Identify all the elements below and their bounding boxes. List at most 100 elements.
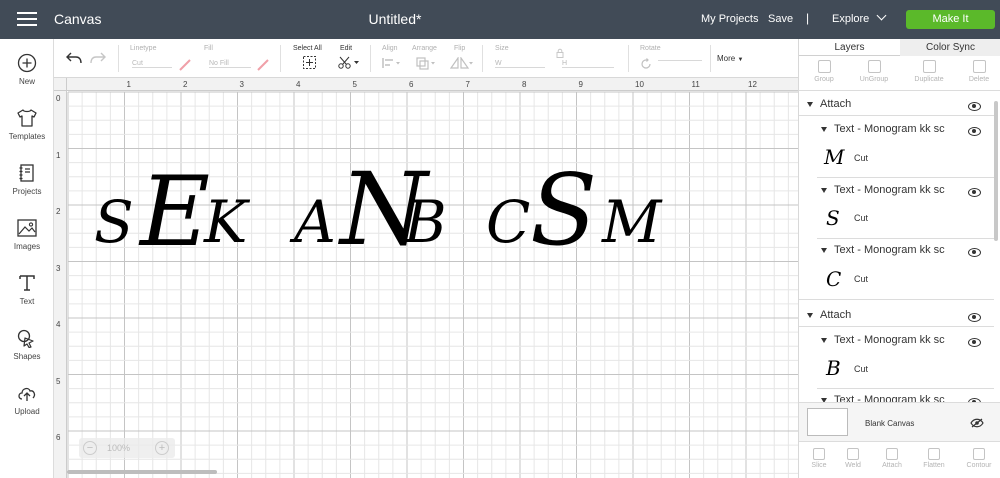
- sidebar-item-new[interactable]: New: [0, 53, 54, 86]
- expand-triangle-icon[interactable]: [821, 248, 827, 253]
- blank-canvas-swatch[interactable]: [807, 408, 848, 436]
- ruler-tick-label: 9: [578, 80, 583, 89]
- trash-icon: [972, 60, 986, 73]
- hidden-eye-icon[interactable]: [970, 418, 984, 428]
- plus-circle-icon: [17, 53, 37, 73]
- panel-tabs: Layers Color Sync: [799, 39, 1000, 56]
- visibility-eye-icon[interactable]: [966, 337, 982, 347]
- zoom-in-icon[interactable]: +: [155, 441, 169, 455]
- lock-icon[interactable]: [556, 48, 564, 58]
- layer-name: Text - Monogram kk sc: [834, 394, 945, 402]
- sidebar-item-shapes[interactable]: Shapes: [0, 328, 54, 361]
- monogram-letter-left[interactable]: A: [294, 193, 336, 251]
- monogram-letter-center[interactable]: E: [140, 164, 210, 260]
- blank-canvas-row[interactable]: Blank Canvas: [799, 402, 1000, 441]
- duplicate-label: Duplicate: [914, 76, 944, 83]
- linetype-color-swatch-icon[interactable]: [178, 58, 192, 72]
- layer-name: Text - Monogram kk sc: [834, 123, 945, 135]
- layer-item[interactable]: Text - Monogram kk sc: [799, 393, 994, 402]
- fill-color-swatch-icon[interactable]: [256, 58, 270, 72]
- design-canvas[interactable]: 1 2 3 4 5 6 7 8 9 10 11 12 0123456 S E K A N B C S …: [54, 78, 798, 478]
- layer-item[interactable]: Text - Monogram kk sc: [799, 333, 994, 349]
- linetype-select[interactable]: Cut: [132, 60, 172, 68]
- document-title[interactable]: Untitled*: [0, 11, 790, 27]
- duplicate-button[interactable]: Duplicate: [904, 56, 954, 83]
- ungroup-button[interactable]: UnGroup: [849, 56, 899, 83]
- sidebar-item-templates[interactable]: Templates: [0, 108, 54, 141]
- rotate-label: Rotate: [640, 45, 661, 52]
- sidebar-item-images[interactable]: Images: [0, 218, 54, 251]
- weld-button[interactable]: Weld: [833, 442, 873, 469]
- group-button[interactable]: Group: [799, 56, 849, 83]
- explore-dropdown[interactable]: Explore: [832, 10, 887, 25]
- ruler-corner: [54, 78, 67, 91]
- monogram-letter-right[interactable]: M: [602, 193, 661, 251]
- layer-name: Text - Monogram kk sc: [834, 334, 945, 346]
- vertical-scrollbar[interactable]: [994, 101, 998, 241]
- sidebar-item-text[interactable]: Text: [0, 273, 54, 306]
- edit-scissors-icon[interactable]: [338, 56, 360, 69]
- expand-triangle-icon[interactable]: [821, 188, 827, 193]
- toolbar-divider: [628, 45, 629, 72]
- layer-item[interactable]: Text - Monogram kk sc: [799, 183, 994, 199]
- expand-triangle-icon[interactable]: [807, 102, 813, 107]
- more-dropdown[interactable]: More ▼: [717, 54, 743, 63]
- monogram-letter-left[interactable]: S: [94, 193, 134, 251]
- layer-thumbnail: C: [826, 267, 842, 291]
- contour-button[interactable]: Contour: [959, 442, 999, 469]
- horizontal-scrollbar[interactable]: [67, 470, 217, 474]
- rotate-input[interactable]: [658, 60, 702, 61]
- expand-triangle-icon[interactable]: [821, 338, 827, 343]
- arrange-icon[interactable]: [416, 57, 438, 70]
- flip-icon[interactable]: [450, 57, 474, 70]
- monogram-letter-center[interactable]: S: [530, 162, 597, 260]
- visibility-eye-icon[interactable]: [966, 126, 982, 136]
- divider: [799, 326, 994, 327]
- delete-button[interactable]: Delete: [954, 56, 1000, 83]
- toolbar-divider: [370, 45, 371, 72]
- align-icon[interactable]: [382, 57, 402, 69]
- layer-group-attach[interactable]: Attach: [799, 97, 994, 113]
- rotate-icon[interactable]: [640, 58, 652, 70]
- tab-layers[interactable]: Layers: [799, 39, 900, 56]
- select-all-label: Select All: [293, 45, 322, 52]
- layer-item[interactable]: Text - Monogram kk sc: [799, 243, 994, 259]
- expand-triangle-icon[interactable]: [821, 127, 827, 132]
- select-all-icon[interactable]: [303, 56, 316, 69]
- slice-icon: [813, 448, 825, 460]
- tab-color-sync[interactable]: Color Sync: [900, 39, 1000, 56]
- divider: [799, 115, 994, 116]
- visibility-eye-icon[interactable]: [966, 247, 982, 257]
- size-height-input[interactable]: H: [562, 60, 614, 68]
- visibility-eye-icon[interactable]: [966, 187, 982, 197]
- undo-icon[interactable]: [66, 52, 82, 64]
- layer-name: Text - Monogram kk sc: [834, 184, 945, 196]
- chevron-down-icon: [876, 10, 887, 21]
- size-width-input[interactable]: W: [495, 60, 545, 68]
- sidebar-item-upload[interactable]: Upload: [0, 383, 54, 416]
- visibility-eye-icon[interactable]: [966, 312, 982, 322]
- save-link[interactable]: Save: [768, 13, 793, 25]
- zoom-out-icon[interactable]: −: [83, 441, 97, 455]
- arrange-label: Arrange: [412, 45, 437, 52]
- layer-thumbnail: B: [826, 356, 841, 380]
- layer-item[interactable]: Text - Monogram kk sc: [799, 122, 994, 138]
- layer-operation: Cut: [854, 364, 869, 374]
- my-projects-link[interactable]: My Projects: [701, 13, 758, 25]
- fill-select[interactable]: No Fill: [209, 60, 251, 68]
- monogram-letter-left[interactable]: C: [486, 193, 530, 251]
- ruler-tick-label: 11: [691, 80, 700, 89]
- make-it-button[interactable]: Make It: [906, 10, 995, 29]
- sidebar-item-projects[interactable]: Projects: [0, 163, 54, 196]
- attach-button[interactable]: Attach: [872, 442, 912, 469]
- layer-group-attach[interactable]: Attach: [799, 308, 994, 324]
- layers-panel: Layers Color Sync Group UnGroup Duplicat…: [798, 39, 1000, 478]
- monogram-letter-right[interactable]: B: [404, 193, 447, 251]
- ruler-tick-label: 10: [635, 80, 644, 89]
- monogram-letter-right[interactable]: K: [204, 193, 247, 251]
- redo-icon[interactable]: [90, 52, 106, 64]
- visibility-eye-icon[interactable]: [966, 101, 982, 111]
- expand-triangle-icon[interactable]: [807, 313, 813, 318]
- flatten-button[interactable]: Flatten: [914, 442, 954, 469]
- linetype-label: Linetype: [130, 45, 157, 52]
